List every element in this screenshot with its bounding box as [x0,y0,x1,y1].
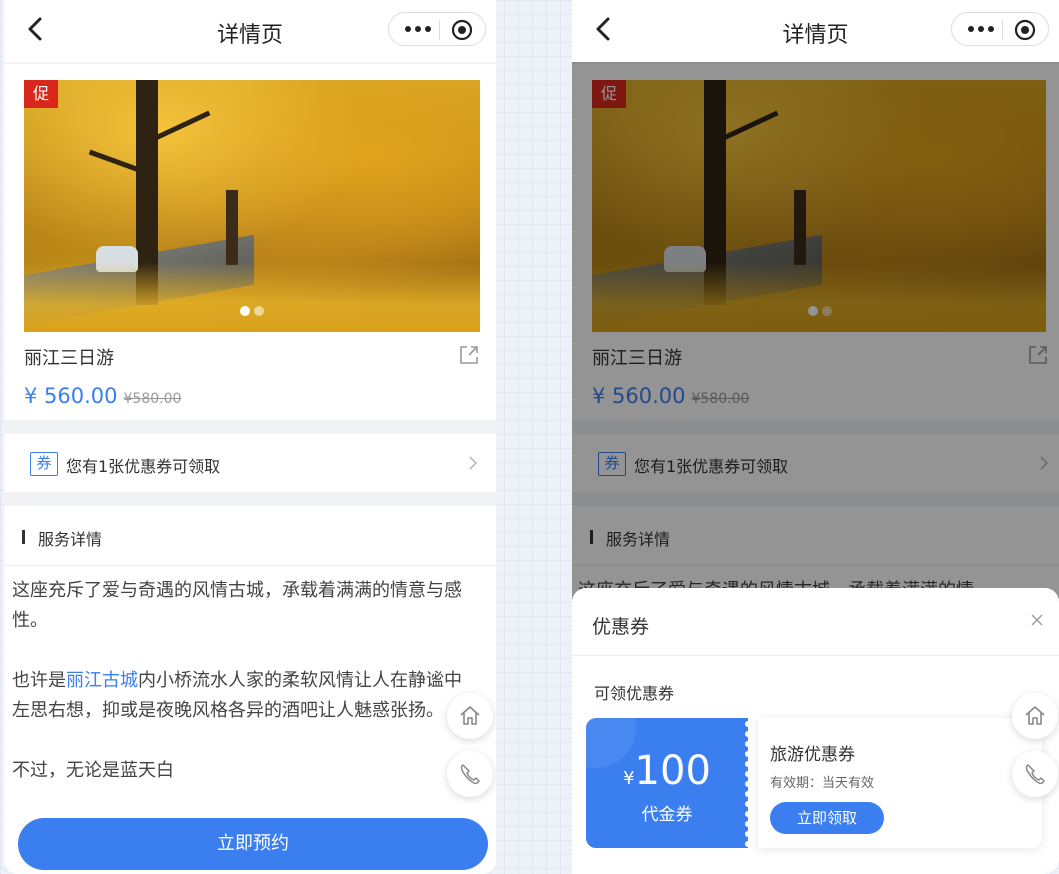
carousel-indicator [240,306,270,316]
paragraph: 不过，无论是蓝天白 [12,760,174,781]
banner-carousel[interactable]: 促 [24,80,480,332]
coupon-badge: 券 [30,452,58,476]
chevron-right-icon [469,456,478,470]
capsule-divider [439,20,440,40]
ticket-perforation [744,718,751,848]
close-mini-program-icon[interactable] [451,19,473,41]
banner-tree [226,190,238,265]
home-button[interactable] [447,693,493,739]
coupon-amount: ¥100 [586,748,748,794]
lijiang-old-town-link[interactable]: 丽江古城 [66,670,138,691]
claim-coupon-button[interactable]: 立即领取 [770,802,884,834]
section-title: 服务详情 [38,530,103,549]
coupon-validity: 有效期：当天有效 [770,776,875,791]
sheet-header: 优惠券 [572,588,1059,656]
coupon-ticket-value: ¥100 代金券 [586,718,748,848]
detail-page-screen: 详情页 促 丽江三日游 ¥ 560.00 ¥580.00 券 您有1张优惠券可领… [4,0,496,874]
capsule-divider [1002,20,1003,40]
share-icon[interactable] [458,344,480,366]
coupon-text: 您有1张优惠券可领取 [66,457,221,476]
product-card: 促 丽江三日游 ¥ 560.00 ¥580.00 [4,64,496,420]
coupon-name: 旅游优惠券 [770,745,855,765]
paragraph: 这座充斥了爱与奇遇的风情古城，承载着满满的情意与感性。 [12,580,462,631]
sheet-title: 优惠券 [592,616,650,638]
available-coupons-label: 可领优惠券 [594,684,675,703]
more-icon[interactable] [966,21,996,37]
service-header: 服务详情 [4,506,496,566]
home-button[interactable] [1012,693,1058,739]
coupon-kind: 代金券 [641,805,693,825]
promo-badge: 促 [24,80,58,108]
book-now-button[interactable]: 立即预约 [18,818,488,870]
phone-icon [1025,764,1045,785]
mini-program-capsule [951,12,1049,46]
indicator-dot-active[interactable] [240,306,250,316]
currency-symbol: ¥ [623,768,635,789]
service-description: 这座充斥了爱与奇遇的风情古城，承载着满满的情意与感性。 也许是丽江古城内小桥流水… [12,576,476,816]
current-price: ¥ 560.00 [24,384,118,408]
home-icon [1025,706,1045,725]
price-row: ¥ 560.00 ¥580.00 [24,384,181,408]
phone-icon [460,764,480,785]
close-icon[interactable] [1029,612,1045,628]
indicator-dot[interactable] [254,306,264,316]
section-marker [22,530,25,544]
more-icon[interactable] [403,21,433,37]
nav-bar: 详情页 [572,0,1059,62]
product-name: 丽江三日游 [24,348,114,369]
coupon-sheet-screen: 详情页 促 丽江三日游 ¥ 560.00 ¥580.00 券 您有1张优惠券可领… [572,0,1059,874]
coupon-ticket-info: 旅游优惠券 有效期：当天有效 立即领取 [758,718,1042,848]
paragraph: 也许是丽江古城内小桥流水人家的柔软风情让人在静谧中左思右想，抑或是夜晚风格各异的… [12,666,476,726]
mini-program-capsule [388,12,486,46]
phone-call-button[interactable] [447,751,493,797]
amount-value: 100 [634,748,711,794]
home-icon [460,706,480,725]
paragraph-text: 也许是 [12,670,66,691]
nav-bar: 详情页 [4,0,496,62]
coupon-sheet: 优惠券 可领优惠券 ¥100 代金券 旅游优惠券 有效期：当天有效 立即领取 [572,588,1059,874]
coupon-entry[interactable]: 券 您有1张优惠券可领取 [4,434,496,492]
phone-call-button[interactable] [1012,751,1058,797]
close-mini-program-icon[interactable] [1014,19,1036,41]
original-price: ¥580.00 [123,391,182,407]
banner-ground [24,262,480,332]
